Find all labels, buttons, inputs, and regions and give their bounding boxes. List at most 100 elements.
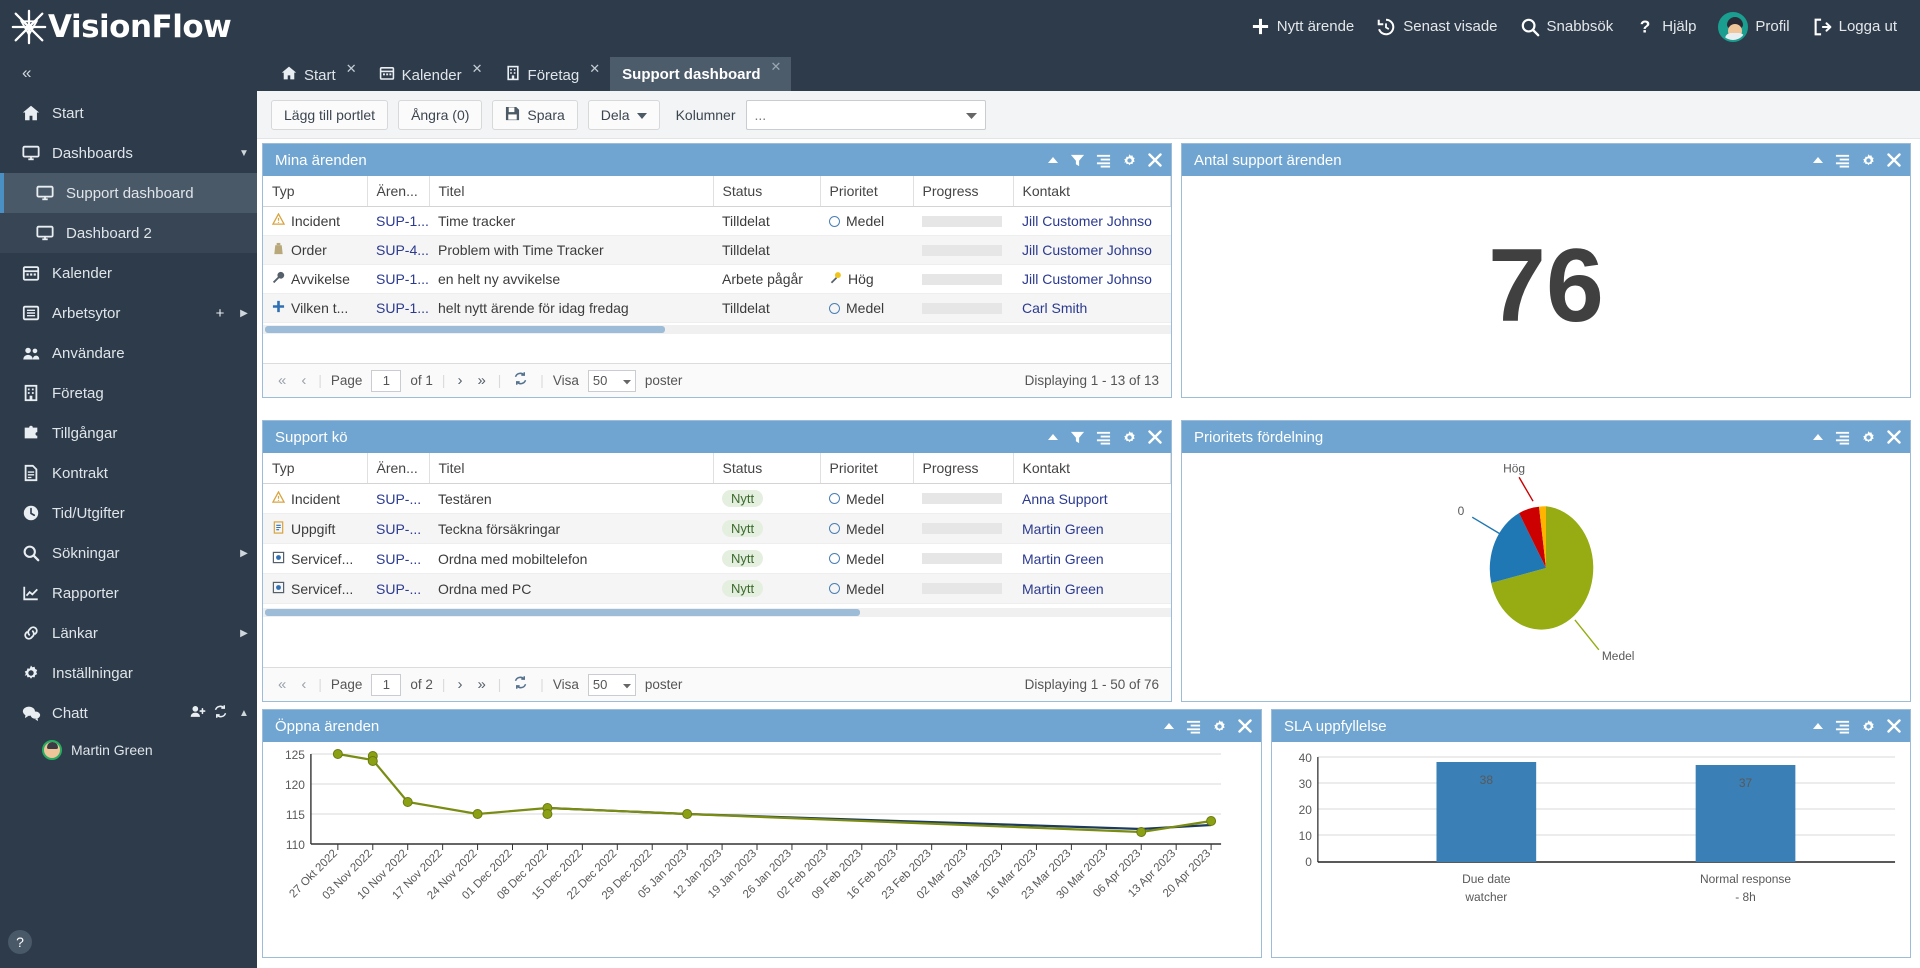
page-input[interactable]: 1 [371,673,402,696]
chevron-right-icon[interactable]: ▶ [231,548,257,559]
column-header-progress[interactable]: Progress [913,176,1014,207]
column-header-titel[interactable]: Titel [429,453,714,484]
horizontal-scrollbar[interactable] [263,325,1171,334]
sidebar-item-kontrakt[interactable]: Kontrakt [0,453,257,493]
sidebar-item-start[interactable]: Start [0,93,257,133]
prev-page-button[interactable]: ‹ [298,372,309,389]
page-input[interactable]: 1 [371,369,402,392]
refresh-icon[interactable] [510,371,531,390]
column-header-typ[interactable]: Typ [263,453,368,484]
table-row[interactable]: Servicef... SUP-... Ordna med mobiltelef… [263,543,1171,574]
sidebar-collapse-button[interactable]: « [0,53,257,93]
refresh-icon[interactable] [510,675,531,694]
gear-icon[interactable] [1861,719,1876,734]
gear-icon[interactable] [1861,153,1876,168]
sidebar-item-tid-utgifter[interactable]: Tid/Utgifter [0,493,257,533]
undo-button[interactable]: Ångra (0) [398,99,483,130]
chat-user-martin-green[interactable]: Martin Green [0,733,257,767]
gear-icon[interactable] [1122,153,1137,168]
close-icon[interactable] [1148,153,1162,167]
columns-icon[interactable] [1835,430,1850,445]
column-header-progress[interactable]: Progress [913,453,1014,484]
columns-icon[interactable] [1096,430,1111,445]
sidebar-item-tillgangar[interactable]: Tillgångar [0,413,257,453]
columns-icon[interactable] [1096,153,1111,168]
column-header-arende[interactable]: Ären... [367,176,430,207]
gear-icon[interactable] [1122,430,1137,445]
sidebar-item-installningar[interactable]: Inställningar [0,653,257,693]
sidebar-item-rapporter[interactable]: Rapporter [0,573,257,613]
collapse-icon[interactable] [1047,433,1059,442]
close-icon[interactable]: ✕ [589,61,600,77]
column-header-titel[interactable]: Titel [429,176,714,207]
chevron-right-icon[interactable]: ▶ [231,628,257,639]
table-row[interactable]: Vilken t... SUP-1... helt nytt ärende fö… [263,293,1171,323]
help-floating-button[interactable]: ? [8,930,32,954]
sidebar-item-dashboard-2[interactable]: Dashboard 2 [0,213,257,253]
next-page-button[interactable]: › [454,676,465,693]
add-chat-user-icon[interactable] [187,704,209,723]
gear-icon[interactable] [1212,719,1227,734]
table-row[interactable]: Incident SUP-... Testären Nytt Medel Ann… [263,483,1171,514]
column-header-kontakt[interactable]: Kontakt [1013,176,1171,207]
chevron-right-icon[interactable]: ▶ [231,308,257,319]
sidebar-item-lankar[interactable]: Länkar ▶ [0,613,257,653]
new-ticket-button[interactable]: Nytt ärende [1242,11,1364,42]
columns-icon[interactable] [1835,719,1850,734]
sidebar-item-dashboards[interactable]: Dashboards ▼ [0,133,257,173]
collapse-icon[interactable] [1812,433,1824,442]
first-page-button[interactable]: « [275,372,289,389]
refresh-chat-icon[interactable] [209,704,231,723]
tab-kalender[interactable]: Kalender ✕ [367,59,493,91]
column-header-status[interactable]: Status [713,176,821,207]
close-icon[interactable] [1148,430,1162,444]
logout-button[interactable]: Logga ut [1803,11,1906,43]
filter-icon[interactable] [1070,153,1085,168]
page-size-select[interactable]: 50 [587,369,636,392]
collapse-icon[interactable] [1163,722,1175,731]
page-size-select[interactable]: 50 [587,673,636,696]
table-row[interactable]: Avvikelse SUP-1... en helt ny avvikelse … [263,264,1171,294]
sidebar-item-kalender[interactable]: Kalender [0,253,257,293]
sidebar-item-arbetsytor[interactable]: Arbetsytor + ▶ [0,293,257,333]
recently-viewed-button[interactable]: Senast visade [1367,11,1506,43]
close-icon[interactable] [1238,719,1252,733]
close-icon[interactable] [1887,430,1901,444]
last-page-button[interactable]: » [474,676,488,693]
tab-foretag[interactable]: Företag ✕ [493,59,611,91]
prev-page-button[interactable]: ‹ [298,676,309,693]
filter-icon[interactable] [1070,430,1085,445]
save-button[interactable]: Spara [492,99,578,130]
column-header-prioritet[interactable]: Prioritet [820,453,914,484]
close-icon[interactable] [1887,153,1901,167]
column-header-arende[interactable]: Ären... [367,453,430,484]
add-portlet-button[interactable]: Lägg till portlet [271,99,389,130]
column-header-kontakt[interactable]: Kontakt [1013,453,1171,484]
collapse-icon[interactable] [1812,156,1824,165]
brand-logo[interactable]: VisionFlow [0,8,257,46]
gear-icon[interactable] [1861,430,1876,445]
tab-start[interactable]: Start ✕ [269,59,367,91]
columns-icon[interactable] [1835,153,1850,168]
tab-support-dashboard[interactable]: Support dashboard ✕ [610,57,792,91]
sidebar-item-foretag[interactable]: Företag [0,373,257,413]
close-icon[interactable] [1887,719,1901,733]
table-row[interactable]: Uppgift SUP-... Teckna försäkringar Nytt… [263,513,1171,544]
sidebar-item-anvandare[interactable]: Användare [0,333,257,373]
quick-search-button[interactable]: Snabbsök [1511,11,1623,43]
first-page-button[interactable]: « [275,676,289,693]
share-button[interactable]: Dela [587,99,660,130]
add-workspace-icon[interactable]: + [209,305,231,322]
close-icon[interactable]: ✕ [771,59,782,75]
collapse-icon[interactable] [1812,722,1824,731]
sidebar-item-sokningar[interactable]: Sökningar ▶ [0,533,257,573]
column-header-prioritet[interactable]: Prioritet [820,176,914,207]
next-page-button[interactable]: › [454,372,465,389]
sidebar-item-support-dashboard[interactable]: Support dashboard [0,173,257,213]
collapse-icon[interactable] [1047,156,1059,165]
columns-icon[interactable] [1186,719,1201,734]
column-header-typ[interactable]: Typ [263,176,368,207]
table-row[interactable]: Incident SUP-1... Time tracker Tilldelat… [263,206,1171,236]
chevron-down-icon[interactable]: ▼ [231,148,257,159]
table-row[interactable]: Servicef... SUP-... Ordna med PC Nytt Me… [263,573,1171,604]
